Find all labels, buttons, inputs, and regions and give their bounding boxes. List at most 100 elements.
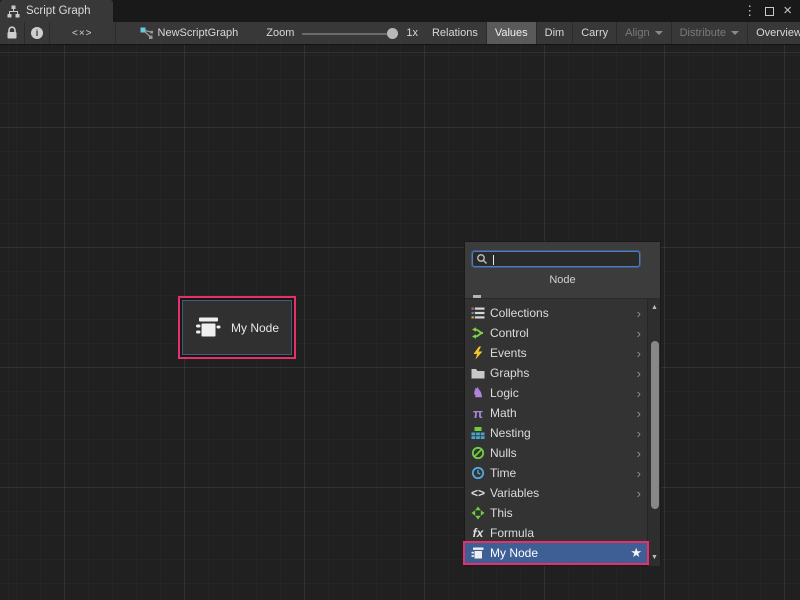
code-toggle-icon: <×> [58, 28, 107, 39]
list-item-my-node[interactable]: My Node ★ [465, 543, 647, 563]
list-item-formula[interactable]: fx Formula [465, 523, 647, 543]
close-icon[interactable]: × [783, 0, 792, 22]
node-icon [470, 546, 486, 560]
this-icon [470, 506, 486, 520]
script-graph-asset-icon [140, 27, 153, 40]
list-item-label: Variables [490, 486, 633, 500]
scroll-down-icon[interactable]: ▼ [648, 551, 661, 564]
node-my-node[interactable]: My Node [178, 296, 296, 359]
zoom-value: 1x [406, 27, 418, 39]
maximize-icon[interactable] [765, 7, 774, 16]
events-icon [470, 346, 486, 360]
chevron-right-icon: › [637, 346, 647, 361]
distribute-button[interactable]: Distribute [672, 22, 748, 44]
zoom-slider-track [302, 33, 398, 35]
list-item-math[interactable]: π Math › [465, 403, 647, 423]
option-list: Collections › Control › [465, 299, 660, 566]
chevron-down-icon [655, 31, 663, 35]
toolbar-right-buttons: Relations Values Dim Carry Align Distrib… [424, 22, 800, 44]
list-item-label: My Node [490, 546, 626, 560]
popup-title: Node [465, 274, 660, 286]
list-item-label: Control [490, 326, 633, 340]
list-item-label: This [490, 506, 647, 520]
tab-title: Script Graph [26, 5, 91, 17]
list-item-label: Nesting [490, 426, 633, 440]
toolbar: i <×> NewScriptGraph Zoom 1x Relations V… [0, 22, 800, 45]
zoom-label: Zoom [266, 27, 294, 39]
chevron-right-icon: › [637, 466, 647, 481]
overview-button[interactable]: Overview [748, 22, 800, 44]
logic-knight-icon: ♞ [470, 386, 486, 400]
align-button[interactable]: Align [617, 22, 671, 44]
list-item-label: Formula [490, 526, 647, 540]
formula-fx-icon: fx [470, 526, 486, 540]
graph-hierarchy-icon [7, 5, 20, 18]
chevron-right-icon: › [637, 486, 647, 501]
list-item-logic[interactable]: ♞ Logic › [465, 383, 647, 403]
carry-button[interactable]: Carry [573, 22, 617, 44]
option-rows: Collections › Control › [465, 299, 647, 563]
zoom-slider-handle[interactable] [387, 28, 398, 39]
values-button[interactable]: Values [487, 22, 537, 44]
scroll-up-icon[interactable]: ▲ [648, 301, 661, 314]
collections-icon [470, 306, 486, 320]
dim-button[interactable]: Dim [537, 22, 574, 44]
list-item-variables[interactable]: <> Variables › [465, 483, 647, 503]
list-item-nulls[interactable]: Nulls › [465, 443, 647, 463]
node-body: My Node [182, 300, 292, 355]
control-icon [470, 326, 486, 340]
text-caret [493, 255, 494, 265]
info-icon: i [31, 27, 43, 39]
chevron-right-icon: › [637, 366, 647, 381]
chevron-right-icon: › [637, 426, 647, 441]
list-item-nesting[interactable]: Nesting › [465, 423, 647, 443]
zoom-control: Zoom 1x [260, 22, 424, 44]
chevron-right-icon: › [637, 406, 647, 421]
chevron-right-icon: › [637, 386, 647, 401]
distribute-label: Distribute [680, 27, 726, 39]
align-label: Align [625, 27, 649, 39]
graph-canvas[interactable]: My Node Node [0, 45, 800, 600]
search-field[interactable] [472, 251, 640, 267]
math-pi-icon: π [470, 406, 486, 420]
search-icon [476, 253, 488, 265]
fuzzy-finder-popup: Node [464, 241, 661, 566]
list-item-collections[interactable]: Collections › [465, 303, 647, 323]
graphs-folder-icon [470, 366, 486, 380]
popup-header: Node [465, 242, 660, 299]
time-clock-icon [470, 466, 486, 480]
tab-script-graph[interactable]: Script Graph [0, 0, 113, 22]
search-input[interactable] [488, 253, 639, 265]
graph-name-group[interactable]: NewScriptGraph [130, 22, 249, 44]
popup-scrollbar[interactable]: ▲ ▼ [647, 299, 660, 566]
list-item-label: Time [490, 466, 633, 480]
chevron-right-icon: › [637, 306, 647, 321]
unit-node-icon [195, 315, 222, 340]
variables-icon: <> [470, 486, 486, 500]
nesting-icon [470, 426, 486, 440]
chevron-right-icon: › [637, 446, 647, 461]
list-item-label: Logic [490, 386, 633, 400]
script-graph-window: Script Graph ⋮ × i <×> [0, 0, 800, 600]
relations-button[interactable]: Relations [424, 22, 487, 44]
list-item-events[interactable]: Events › [465, 343, 647, 363]
list-item-time[interactable]: Time › [465, 463, 647, 483]
nulls-icon [470, 446, 486, 460]
scrollbar-thumb[interactable] [651, 341, 659, 509]
lock-button[interactable] [0, 22, 25, 44]
list-item-this[interactable]: This [465, 503, 647, 523]
list-item-label: Math [490, 406, 633, 420]
code-toggle-button[interactable]: <×> [50, 22, 116, 44]
list-item-control[interactable]: Control › [465, 323, 647, 343]
favorite-star-icon[interactable]: ★ [630, 545, 647, 561]
more-menu-icon[interactable]: ⋮ [743, 0, 756, 22]
zoom-slider[interactable] [302, 22, 398, 45]
list-item-graphs[interactable]: Graphs › [465, 363, 647, 383]
tab-bar: Script Graph ⋮ × [0, 0, 800, 22]
chevron-right-icon: › [637, 326, 647, 341]
window-controls: ⋮ × [743, 0, 800, 22]
info-button[interactable]: i [25, 22, 50, 44]
list-item-label: Collections [490, 306, 633, 320]
graph-name-label: NewScriptGraph [158, 27, 239, 39]
node-title: My Node [231, 321, 279, 335]
